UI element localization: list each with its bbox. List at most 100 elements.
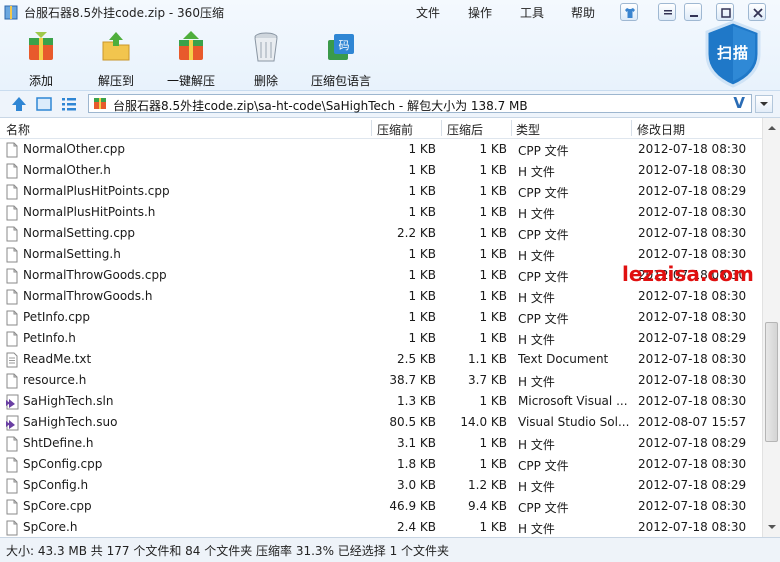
- file-row[interactable]: SpConfig.cpp 1.8 KB 1 KB CPP 文件 2012-07-18 0…: [0, 454, 762, 475]
- file-name: NormalPlusHitPoints.h: [23, 205, 156, 219]
- title-toolbar-area: 台服石器8.5外挂code.zip - 360压缩 文件 操作 工具 帮助 添加…: [0, 0, 780, 91]
- scan-button[interactable]: 扫描: [704, 20, 762, 88]
- menu-dropdown-button[interactable]: [658, 3, 676, 21]
- file-name: SpConfig.h: [23, 478, 89, 492]
- file-icon: [6, 373, 18, 389]
- modified-date: 2012-07-18 08:29: [638, 478, 747, 492]
- size-before: 2.2 KB: [397, 226, 436, 240]
- file-row[interactable]: SaHighTech.suo 80.5 KB 14.0 KB Visual Studi…: [0, 412, 762, 433]
- file-type: CPP 文件: [518, 501, 569, 515]
- maximize-button[interactable]: [716, 3, 734, 21]
- address-v-marker: V: [733, 94, 745, 112]
- list-view-icon[interactable]: [60, 95, 78, 113]
- column-header-row: 名称 压缩前 压缩后 类型 修改日期: [0, 118, 762, 139]
- watermark-text: lezaisa.com: [622, 262, 754, 286]
- column-type[interactable]: 类型: [516, 121, 540, 138]
- column-divider[interactable]: [371, 120, 372, 136]
- text-file-icon: [6, 352, 18, 368]
- column-name[interactable]: 名称: [6, 121, 30, 138]
- size-after: 1.2 KB: [468, 478, 507, 492]
- column-size-before[interactable]: 压缩前: [377, 121, 413, 138]
- file-row[interactable]: PetInfo.h 1 KB 1 KB H 文件 2012-07-18 08:29: [0, 328, 762, 349]
- modified-date: 2012-07-18 08:30: [638, 205, 747, 219]
- file-icon: [6, 205, 18, 221]
- address-dropdown-button[interactable]: [755, 95, 773, 113]
- file-row[interactable]: SpCore.cpp 46.9 KB 9.4 KB CPP 文件 2012-07-18 …: [0, 496, 762, 517]
- skin-button[interactable]: [620, 3, 638, 21]
- menu-lines-icon: [664, 10, 672, 15]
- file-icon: [6, 331, 18, 347]
- column-divider[interactable]: [441, 120, 442, 136]
- file-row[interactable]: NormalPlusHitPoints.h 1 KB 1 KB H 文件 2012-07…: [0, 202, 762, 223]
- close-button[interactable]: [748, 3, 766, 21]
- one-click-extract-label: 一键解压: [166, 74, 215, 88]
- file-type: H 文件: [518, 249, 555, 263]
- size-before: 1 KB: [408, 205, 436, 219]
- size-before: 1 KB: [408, 310, 436, 324]
- file-row[interactable]: SaHighTech.sln 1.3 KB 1 KB Microsoft Visual…: [0, 391, 762, 412]
- size-after: 1 KB: [479, 520, 507, 534]
- menu-tools[interactable]: 工具: [520, 4, 544, 21]
- modified-date: 2012-07-18 08:30: [638, 394, 747, 408]
- size-before: 3.0 KB: [397, 478, 436, 492]
- file-name: SpCore.h: [23, 520, 78, 534]
- file-row[interactable]: NormalSetting.cpp 2.2 KB 1 KB CPP 文件 2012-07…: [0, 223, 762, 244]
- file-type: H 文件: [518, 333, 555, 347]
- file-row[interactable]: SpConfig.h 3.0 KB 1.2 KB H 文件 2012-07-18 08:…: [0, 475, 762, 496]
- menu-file[interactable]: 文件: [416, 4, 440, 21]
- modified-date: 2012-07-18 08:30: [638, 310, 747, 324]
- size-before: 1 KB: [408, 331, 436, 345]
- add-button[interactable]: 添加: [5, 30, 77, 88]
- file-row[interactable]: NormalOther.h 1 KB 1 KB H 文件 2012-07-18 08:3…: [0, 160, 762, 181]
- size-before: 2.5 KB: [397, 352, 436, 366]
- one-click-extract-button[interactable]: 一键解压: [155, 30, 227, 88]
- svg-text:码: 码: [339, 39, 350, 52]
- file-row[interactable]: ReadMe.txt 2.5 KB 1.1 KB Text Document 2012-…: [0, 349, 762, 370]
- file-row[interactable]: NormalPlusHitPoints.cpp 1 KB 1 KB CPP 文件 201…: [0, 181, 762, 202]
- size-after: 1 KB: [479, 394, 507, 408]
- address-field[interactable]: 台服石器8.5外挂code.zip\sa-ht-code\SaHighTech …: [88, 94, 752, 113]
- size-after: 1 KB: [479, 184, 507, 198]
- file-row[interactable]: resource.h 38.7 KB 3.7 KB H 文件 2012-07-18 08…: [0, 370, 762, 391]
- add-label: 添加: [28, 74, 53, 88]
- vertical-scrollbar[interactable]: [762, 118, 780, 537]
- modified-date: 2012-07-18 08:29: [638, 436, 747, 450]
- window-title: 台服石器8.5外挂code.zip - 360压缩: [24, 6, 224, 20]
- column-modified-date[interactable]: 修改日期: [637, 121, 685, 138]
- column-divider[interactable]: [511, 120, 512, 136]
- file-icon: [6, 520, 18, 536]
- file-row[interactable]: NormalThrowGoods.h 1 KB 1 KB H 文件 2012-07-18…: [0, 286, 762, 307]
- extract-to-button[interactable]: 解压到: [80, 30, 152, 88]
- file-row[interactable]: PetInfo.cpp 1 KB 1 KB CPP 文件 2012-07-18 08:3…: [0, 307, 762, 328]
- file-name: ShtDefine.h: [23, 436, 94, 450]
- file-row[interactable]: SpCore.h 2.4 KB 1 KB H 文件 2012-07-18 08:30: [0, 517, 762, 537]
- scroll-down-arrow-icon[interactable]: [767, 522, 777, 532]
- minimize-button[interactable]: [684, 3, 702, 21]
- size-before: 1 KB: [408, 184, 436, 198]
- modified-date: 2012-07-18 08:30: [638, 352, 747, 366]
- size-before: 3.1 KB: [397, 436, 436, 450]
- file-name: ReadMe.txt: [23, 352, 92, 366]
- file-row[interactable]: ShtDefine.h 3.1 KB 1 KB H 文件 2012-07-18 08:2…: [0, 433, 762, 454]
- address-path: 台服石器8.5外挂code.zip\sa-ht-code\SaHighTech …: [113, 99, 528, 113]
- scroll-up-arrow-icon[interactable]: [767, 123, 777, 133]
- up-arrow-icon[interactable]: [10, 95, 28, 113]
- archive-file-icon: [94, 98, 106, 109]
- size-before: 1 KB: [408, 142, 436, 156]
- column-size-after[interactable]: 压缩后: [447, 121, 483, 138]
- file-row[interactable]: NormalOther.cpp 1 KB 1 KB CPP 文件 2012-07-18 …: [0, 139, 762, 160]
- archive-language-button[interactable]: 码 压缩包语言: [305, 30, 377, 88]
- thumbnail-view-icon[interactable]: [35, 95, 53, 113]
- menu-help[interactable]: 帮助: [571, 4, 595, 21]
- file-type: CPP 文件: [518, 144, 569, 158]
- modified-date: 2012-08-07 15:57: [638, 415, 747, 429]
- address-bar-row: 台服石器8.5外挂code.zip\sa-ht-code\SaHighTech …: [0, 91, 780, 118]
- size-before: 1 KB: [408, 163, 436, 177]
- column-divider[interactable]: [631, 120, 632, 136]
- delete-button[interactable]: 删除: [230, 30, 302, 88]
- size-after: 1.1 KB: [468, 352, 507, 366]
- file-icon: [6, 457, 18, 473]
- menu-operation[interactable]: 操作: [468, 4, 492, 21]
- scrollbar-thumb[interactable]: [765, 322, 778, 442]
- file-name: PetInfo.cpp: [23, 310, 91, 324]
